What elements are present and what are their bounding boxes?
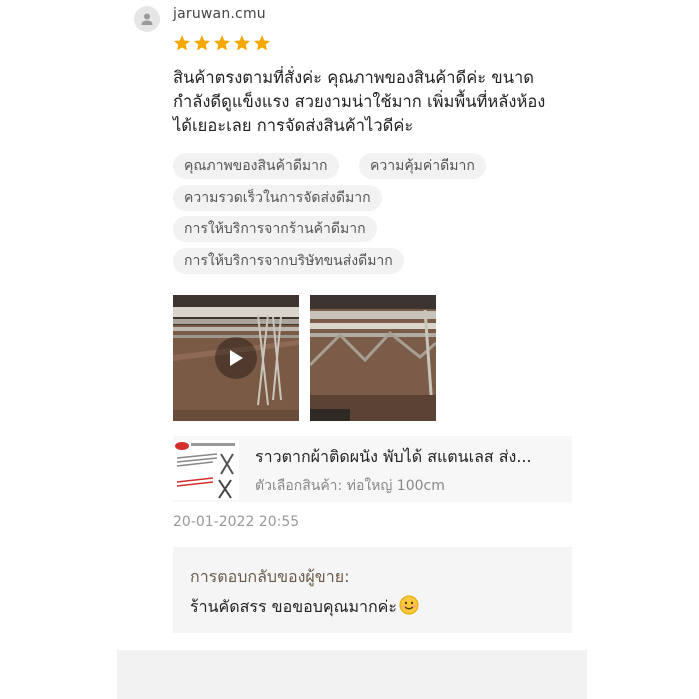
star-icon: [174, 35, 190, 51]
product-variant: ตัวเลือกสินค้า: ท่อใหญ่ 100cm: [255, 478, 445, 494]
seller-reply-text: ร้านคัดสรร ขอขอบคุณมากค่ะ: [190, 597, 397, 616]
star-icon: [254, 35, 270, 51]
review-text: สินค้าตรงตามที่สั่งค่ะ คุณภาพของสินค้าดี…: [173, 66, 593, 138]
review-tag-value: ความคุ้มค่าดีมาก: [359, 153, 486, 179]
rating-stars: [173, 34, 271, 52]
play-icon: [230, 350, 243, 366]
review-tag-courier-service: การให้บริการจากบริษัทขนส่งดีมาก: [173, 248, 404, 274]
review-photo-thumbnail[interactable]: [310, 295, 436, 421]
review-tag-quality: คุณภาพของสินค้าดีมาก: [173, 153, 339, 179]
review-line: ได้เยอะเลย การจัดส่งสินค้าไวดีค่ะ: [173, 116, 414, 135]
star-icon: [234, 35, 250, 51]
review-line: กำลังดีดูแข็งแรง สวยงามน่าใช้มาก เพิ่มพื…: [173, 92, 546, 111]
review-video-thumbnail[interactable]: [173, 295, 299, 421]
product-thumbnail: [173, 440, 239, 500]
review-tag-shop-service: การให้บริการจากร้านค้าดีมาก: [173, 216, 377, 242]
seller-reply-label: การตอบกลับของผู้ขาย:: [190, 567, 350, 586]
play-button[interactable]: [215, 337, 257, 379]
product-card[interactable]: ราวตากผ้าติดผนัง พับได้ สแตนเลส ส่ง... ต…: [173, 436, 572, 502]
seller-reply-body: ร้านคัดสรร ขอขอบคุณมากค่ะ: [190, 595, 419, 620]
product-title[interactable]: ราวตากผ้าติดผนัง พับได้ สแตนเลส ส่ง...: [255, 445, 561, 470]
bottom-divider-panel: [117, 650, 587, 699]
review-line: สินค้าตรงตามที่สั่งค่ะ คุณภาพของสินค้าดี…: [173, 68, 534, 87]
review-timestamp: 20-01-2022 20:55: [173, 514, 300, 530]
rack-photo: [310, 295, 436, 421]
reviewer-username[interactable]: jaruwan.cmu: [173, 6, 266, 22]
seller-reply: การตอบกลับของผู้ขาย: ร้านคัดสรร ขอขอบคุณ…: [173, 547, 572, 633]
avatar[interactable]: [134, 6, 160, 32]
star-icon: [194, 35, 210, 51]
smile-emoji-icon: [399, 595, 419, 615]
product-image: [173, 440, 239, 500]
user-icon: [141, 13, 153, 25]
star-icon: [214, 35, 230, 51]
review-tag-delivery-speed: ความรวดเร็วในการจัดส่งดีมาก: [173, 185, 382, 211]
